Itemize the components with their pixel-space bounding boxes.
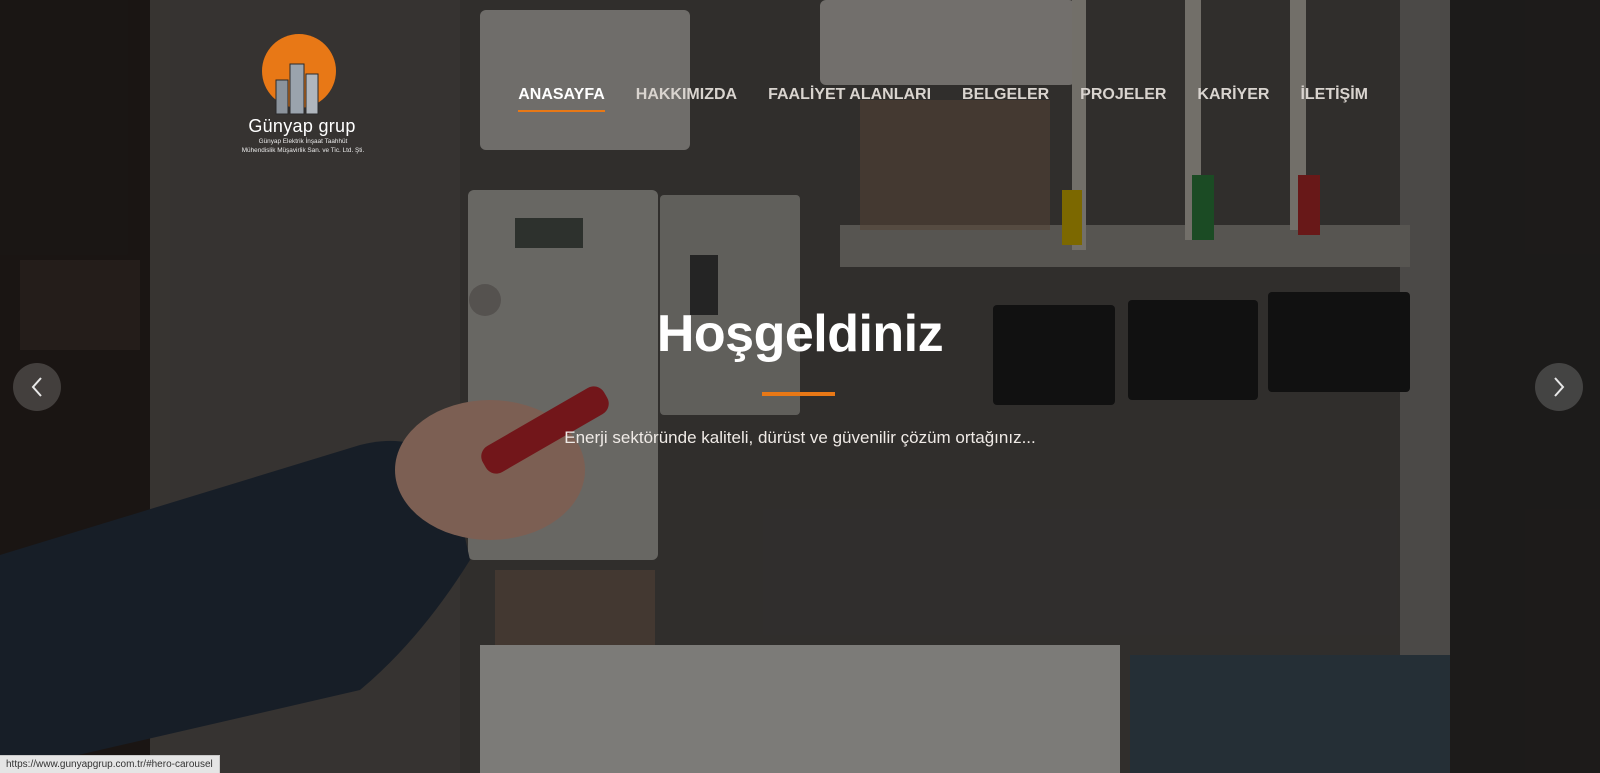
logo-subline-2: Mühendislik Müşavirlik San. ve Tic. Ltd.…: [241, 147, 365, 154]
browser-status-bar: https://www.gunyapgrup.com.tr/#hero-caro…: [0, 755, 220, 773]
site-logo[interactable]: Günyap grup Günyap Elektrik İnşaat Taahh…: [228, 34, 388, 164]
chevron-right-icon: [1554, 377, 1565, 397]
logo-buildings-icon: [275, 63, 319, 115]
nav-item-kariyer[interactable]: KARİYER: [1197, 86, 1269, 112]
nav-item-iletisim[interactable]: İLETİŞİM: [1300, 86, 1368, 112]
hero-title: Hoşgeldiniz: [656, 305, 944, 363]
nav-item-anasayfa[interactable]: ANASAYFA: [518, 86, 605, 112]
nav-item-faaliyet-alanlari[interactable]: FAALİYET ALANLARI: [768, 86, 931, 112]
logo-name: Günyap grup: [248, 116, 356, 136]
nav-item-projeler[interactable]: PROJELER: [1080, 86, 1166, 112]
carousel-next-button[interactable]: [1535, 363, 1583, 411]
main-navigation: ANASAYFA HAKKIMIZDA FAALİYET ALANLARI BE…: [487, 86, 1368, 112]
hero-subtitle: Enerji sektöründe kaliteli, dürüst ve gü…: [564, 428, 1036, 447]
nav-item-belgeler[interactable]: BELGELER: [962, 86, 1049, 112]
chevron-left-icon: [31, 377, 42, 397]
nav-item-hakkimizda[interactable]: HAKKIMIZDA: [636, 86, 737, 112]
carousel-prev-button[interactable]: [13, 363, 61, 411]
hero-title-underline: [762, 392, 835, 396]
logo-subline-1: Günyap Elektrik İnşaat Taahhüt: [258, 138, 348, 145]
